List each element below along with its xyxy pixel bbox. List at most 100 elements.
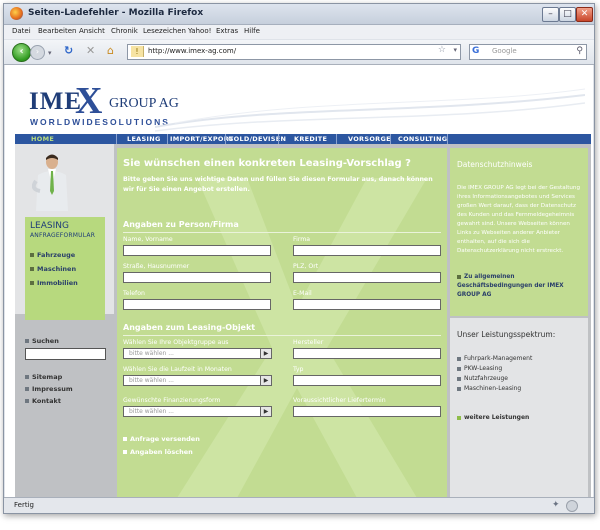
select-arrow-icon[interactable]: ▶ [260,349,271,358]
street-label: Straße, Hausnummer [123,263,190,270]
url-text: http://www.imex-ag.com/ [148,47,237,55]
leasing-menu-box: LEASING ANFRAGEFORMULAR Fahrzeuge Maschi… [25,217,105,320]
menu-lesezeichen[interactable]: Lesezeichen [143,27,186,35]
minimize-button[interactable]: – [542,7,559,22]
status-indicator-icon[interactable] [566,500,578,512]
send-request-button[interactable]: Anfrage versenden [123,435,200,443]
url-bar[interactable]: ! http://www.imex-ag.com/ ☆ ▾ [127,44,461,60]
title-bar: Seiten-Ladefehler - Mozilla Firefox – □ … [4,4,594,25]
nav-vorsorge[interactable]: VORSORGE [348,135,391,143]
service-item[interactable]: PKW-Leasing [457,365,502,372]
nav-kredite[interactable]: KREDITE [294,135,327,143]
service-item[interactable]: Fuhrpark-Management [457,355,532,362]
service-item[interactable]: Nutzfahrzeuge [457,375,508,382]
search-icon[interactable]: ⚲ [576,46,583,56]
back-icon[interactable]: ‹ [12,43,31,62]
sidebar-item-maschinen[interactable]: Maschinen [30,265,76,273]
menu-chronik[interactable]: Chronik [111,27,138,35]
logo-tagline: WORLDWIDESOLUTIONS [30,117,170,127]
agb-link[interactable]: Zu allgemeinen Geschäftsbedingungen der … [457,273,584,300]
window-title: Seiten-Ladefehler - Mozilla Firefox [28,8,204,18]
nav-import-export[interactable]: IMPORT/EXPORT [170,135,234,143]
home-icon[interactable]: ⌂ [107,45,114,57]
top-navigation: HOME LEASING IMPORT/EXPORT GOLD/DEVISEN … [15,134,591,144]
privacy-panel: Datenschutzhinweis Die IMEX GROUP AG leg… [450,148,588,316]
clear-form-button[interactable]: Angaben löschen [123,448,193,456]
more-services-link[interactable]: weitere Leistungen [457,414,529,421]
sidebar-item-fahrzeuge[interactable]: Fahrzeuge [30,251,75,259]
typ-label: Typ [293,366,304,373]
addon-icon[interactable]: ✦ [552,500,560,510]
plz-field[interactable] [293,272,441,283]
section-object-heading: Angaben zum Leasing-Objekt [123,323,256,332]
privacy-title: Datenschutzhinweis [457,160,533,169]
name-label: Name, Vorname [123,236,173,243]
name-field[interactable] [123,245,271,256]
menu-bar: Datei Bearbeiten Ansicht Chronik Lesezei… [4,25,594,39]
menu-yahoo[interactable]: Yahoo! [188,27,211,35]
section-divider [123,232,441,233]
nav-home[interactable]: HOME [31,135,54,143]
firma-field[interactable] [293,245,441,256]
email-label: E-Mail [293,290,312,297]
menu-ansicht[interactable]: Ansicht [79,27,105,35]
link-sitemap[interactable]: Sitemap [25,373,62,381]
menu-hilfe[interactable]: Hilfe [244,27,260,35]
menu-extras[interactable]: Extras [216,27,238,35]
telefon-field[interactable] [123,299,271,310]
businessman-image [32,154,68,211]
reload-icon[interactable]: ↻ [64,45,73,57]
typ-field[interactable] [293,375,441,386]
menu-datei[interactable]: Datei [12,27,31,35]
objektgruppe-select[interactable]: bitte wählen ... ▶ [123,348,272,359]
maximize-button[interactable]: □ [559,7,576,22]
service-item[interactable]: Maschinen-Leasing [457,385,521,392]
form-title: Sie wünschen einen konkreten Leasing-Vor… [123,158,411,169]
privacy-text: Die IMEX GROUP AG legt bei der Gestaltun… [457,185,581,254]
objektgruppe-label: Wählen Sie Ihre Objektgruppe aus [123,339,229,346]
link-impressum[interactable]: Impressum [25,385,73,393]
header-swoosh [155,88,585,132]
email-field[interactable] [293,299,441,310]
services-panel: Unser Leistungsspektrum: Fuhrpark-Manage… [450,318,588,497]
hersteller-label: Hersteller [293,339,324,346]
leasing-form-panel: Sie wünschen einen konkreten Leasing-Vor… [117,148,447,497]
search-placeholder: Google [492,47,517,55]
leasing-subtitle: ANFRAGEFORMULAR [30,232,96,239]
finanzierung-select[interactable]: bitte wählen ... ▶ [123,406,272,417]
select-arrow-icon[interactable]: ▶ [260,376,271,385]
telefon-label: Telefon [123,290,145,297]
section-divider [123,335,441,336]
navigation-toolbar: ‹ › ▾ ↻ ✕ ⌂ ! http://www.imex-ag.com/ ☆ … [4,40,594,65]
forward-icon[interactable]: › [30,45,45,60]
plz-label: PLZ, Ort [293,263,319,270]
sidebar-item-immobilien[interactable]: Immobilien [30,279,78,287]
google-icon[interactable]: G [472,46,479,56]
search-bar[interactable]: G Google ⚲ [469,44,587,60]
search-label: Suchen [25,337,59,345]
services-title: Unser Leistungsspektrum: [457,330,556,339]
stop-icon[interactable]: ✕ [86,45,95,57]
close-button[interactable]: ✕ [576,7,593,22]
status-bar: Fertig ✦ [4,497,594,513]
link-kontakt[interactable]: Kontakt [25,397,61,405]
url-dropdown-icon[interactable]: ▾ [453,46,457,54]
search-input[interactable] [25,348,106,360]
nav-leasing[interactable]: LEASING [127,135,161,143]
history-dropdown-icon[interactable]: ▾ [48,47,52,59]
select-arrow-icon[interactable]: ▶ [260,407,271,416]
menu-bearbeiten[interactable]: Bearbeiten [38,27,76,35]
hersteller-field[interactable] [293,348,441,359]
liefertermin-field[interactable] [293,406,441,417]
bookmark-star-icon[interactable]: ☆ [438,45,446,55]
laufzeit-select[interactable]: bitte wählen ... ▶ [123,375,272,386]
leasing-title: LEASING [30,221,69,231]
firma-label: Firma [293,236,311,243]
nav-consulting[interactable]: CONSULTING [398,135,447,143]
laufzeit-label: Wählen Sie die Laufzeit in Monaten [123,366,232,373]
page-viewport: IME X GROUP AG WORLDWIDESOLUTIONS HOME L… [5,65,593,497]
liefertermin-label: Voraussichtlicher Liefertermin [293,397,386,404]
finanzierung-label: Gewünschte Finanzierungsform [123,397,221,404]
street-field[interactable] [123,272,271,283]
form-intro: Bitte geben Sie uns wichtige Daten und f… [123,176,433,193]
